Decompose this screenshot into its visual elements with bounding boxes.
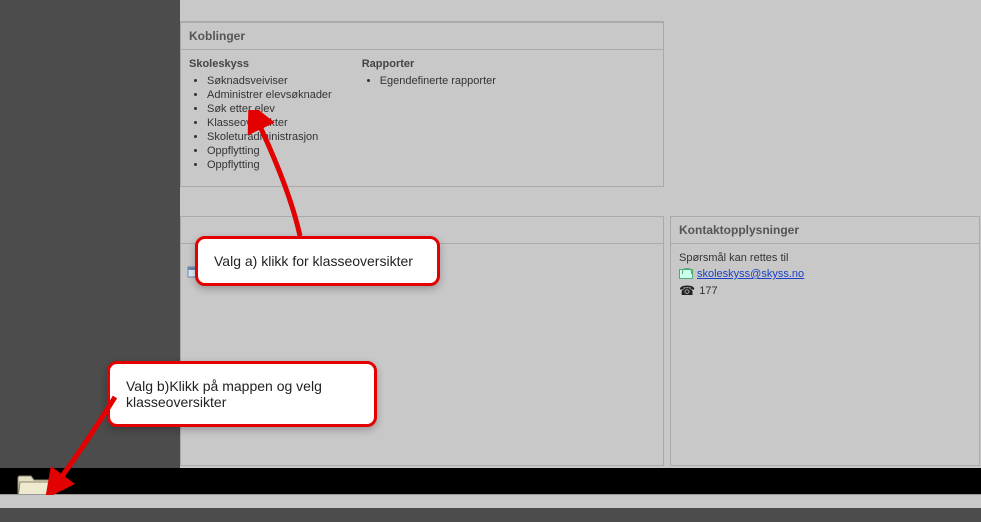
link-soknadsveiviser[interactable]: Søknadsveiviser [207,74,332,88]
callout-a-text: Valg a) klikk for klasseoversikter [214,253,413,269]
callout-b-text: Valg b)Klikk på mappen og velg klasseove… [126,378,322,410]
koblinger-col-rapporter: Rapporter Egendefinerte rapporter [362,58,496,172]
taskbar [0,468,981,508]
callout-b: Valg b)Klikk på mappen og velg klasseove… [107,361,377,427]
link-sok-etter-elev[interactable]: Søk etter elev [207,102,332,116]
top-panel-header [180,0,664,22]
koblinger-col-skoleskyss: Skoleskyss Søknadsveiviser Administrer e… [189,58,332,172]
link-klasseoversikter[interactable]: Klasseoversikter [207,116,332,130]
skoleskyss-heading: Skoleskyss [189,58,332,70]
link-egendefinerte-rapporter[interactable]: Egendefinerte rapporter [380,74,496,88]
kontakt-title: Kontaktopplysninger [671,217,979,244]
kontakt-intro: Spørsmål kan rettes til [679,252,971,264]
rapporter-heading: Rapporter [362,58,496,70]
link-oppflytting-1[interactable]: Oppflytting [207,144,332,158]
link-administrer-elevsoknader[interactable]: Administrer elevsøknader [207,88,332,102]
link-skoleturadministrasjon[interactable]: Skoleturadministrasjon [207,130,332,144]
phone-icon: ☎ [679,284,695,297]
taskbar-bottom-stripe [0,494,981,508]
koblinger-panel: Koblinger Skoleskyss Søknadsveiviser Adm… [180,22,664,187]
link-oppflytting-2[interactable]: Oppflytting [207,158,332,172]
callout-a: Valg a) klikk for klasseoversikter [195,236,440,286]
kontakt-email-link[interactable]: skoleskyss@skyss.no [697,268,804,280]
koblinger-title: Koblinger [181,23,663,50]
kontakt-phone: 177 [699,285,717,297]
kontakt-panel: Kontaktopplysninger Spørsmål kan rettes … [670,216,980,466]
mail-icon [679,269,693,279]
